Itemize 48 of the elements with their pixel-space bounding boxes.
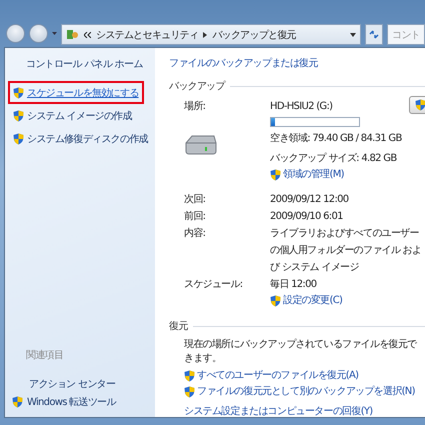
field-value: HD-HSIU2 (G:) [270,101,332,112]
description-text: 現在の場所にバックアップされているファイルを復元できます。 [184,338,418,366]
sidebar-task[interactable]: システム イメージの作成 [8,104,137,127]
sidebar-task[interactable]: システム修復ディスクの作成 [8,127,153,150]
shield-icon [13,86,24,98]
field-value: バックアップ サイズ: 4.82 GB [270,152,398,166]
link[interactable]: 領域の管理(M) [283,167,344,183]
forward-button[interactable] [29,24,48,43]
link[interactable]: システム設定またはコンピューターの回復(Y) [184,404,373,417]
sidebar-task[interactable]: スケジュールを無効にする [8,81,144,104]
breadcrumb[interactable]: バックアップと復元 [212,28,296,42]
field-label: スケジュール: [184,278,244,292]
field-value: 2009/09/12 12:00 [270,193,350,207]
address-bar[interactable]: システムとセキュリティ バックアップと復元 [61,24,361,45]
shield-icon [13,110,24,122]
field-label: 前回: [184,210,206,224]
shield-icon [12,396,23,408]
shield-icon [270,169,281,181]
refresh-button[interactable] [365,24,383,45]
sidebar-link[interactable]: Windows 転送ツール [9,393,155,411]
field-value: 空き領域: 79.40 GB / 84.31 GB [270,132,403,146]
section-heading: 復元 [169,320,188,333]
shield-icon [270,295,281,307]
field-value: 2009/09/10 6:01 [270,210,344,224]
link[interactable]: すべてのユーザーのファイルを復元(A) [197,368,358,384]
breadcrumb[interactable]: システムとセキュリティ [96,28,198,42]
link[interactable]: 設定の変更(C) [283,293,342,309]
link[interactable]: ファイルの復元元として別のバックアップを選択(N) [197,384,415,400]
shield-icon [13,132,24,144]
sidebar-link[interactable]: アクション センター [9,375,155,393]
field-label: 内容: [184,226,206,241]
double-chevron-icon [84,32,91,38]
refresh-icon [369,30,379,39]
link[interactable]: ファイルのバックアップまたは復元 [169,56,425,70]
field-value: 毎日 12:00 [270,278,318,292]
shield-icon [184,370,195,382]
field-value: ライブラリおよびすべてのユーザーの個人用フォルダーのファイル および システム イメージ [270,226,422,275]
chevron-icon [203,32,208,38]
shield-icon [184,386,195,398]
section-heading: 関連項目 [26,348,64,362]
sidebar-link[interactable]: コントロール パネル ホーム [26,57,155,71]
section-heading: バックアップ [169,80,225,93]
hard-drive-icon [184,134,218,156]
field-label: 次回: [184,193,206,207]
dropdown-icon[interactable] [350,32,356,36]
field-label: 場所: [184,100,206,114]
back-button[interactable] [6,24,25,43]
shield-icon [415,99,425,111]
